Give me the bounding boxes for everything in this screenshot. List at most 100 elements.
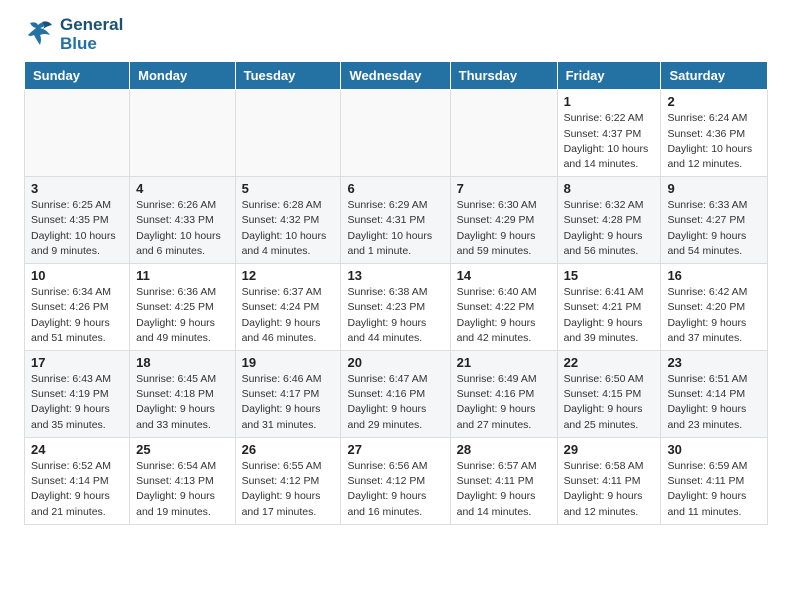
day-info: Sunrise: 6:51 AM Sunset: 4:14 PM Dayligh… — [667, 372, 761, 433]
calendar-cell: 20Sunrise: 6:47 AM Sunset: 4:16 PM Dayli… — [341, 351, 450, 438]
day-number: 2 — [667, 94, 761, 109]
day-number: 16 — [667, 268, 761, 283]
calendar-week-1: 1 Sunrise: 6:22 AM Sunset: 4:37 PM Daylig… — [25, 90, 768, 177]
day-info: Sunrise: 6:34 AM Sunset: 4:26 PM Dayligh… — [31, 285, 123, 346]
day-number: 18 — [136, 355, 228, 370]
calendar-cell: 21 Sunrise: 6:49 AM Sunset: 4:16 PM Dayli… — [450, 351, 557, 438]
weekday-header-saturday: Saturday — [661, 62, 768, 90]
calendar-cell: 12 Sunrise: 6:37 AM Sunset: 4:24 PM Dayli… — [235, 264, 341, 351]
day-number: 7 — [457, 181, 551, 196]
calendar-cell: 15 Sunrise: 6:41 AM Sunset: 4:21 PM Dayli… — [557, 264, 661, 351]
calendar-cell — [450, 90, 557, 177]
day-number: 9 — [667, 181, 761, 196]
day-number: 13 — [347, 268, 443, 283]
day-number: 26 — [242, 442, 335, 457]
day-info: Sunrise: 6:56 AM Sunset: 4:12 PM Dayligh… — [347, 459, 443, 520]
day-info: Sunrise: 6:41 AM Sunset: 4:21 PM Dayligh… — [564, 285, 655, 346]
day-number: 29 — [564, 442, 655, 457]
day-info: Sunrise: 6:57 AM Sunset: 4:11 PM Dayligh… — [457, 459, 551, 520]
day-info: Sunrise: 6:28 AM Sunset: 4:32 PM Dayligh… — [242, 198, 335, 259]
calendar-cell — [25, 90, 130, 177]
day-info: Sunrise: 6:47 AM Sunset: 4:16 PM Dayligh… — [347, 372, 443, 433]
day-number: 8 — [564, 181, 655, 196]
calendar-cell: 28 Sunrise: 6:57 AM Sunset: 4:11 PM Dayli… — [450, 437, 557, 524]
weekday-header-monday: Monday — [130, 62, 235, 90]
calendar-cell: 29 Sunrise: 6:58 AM Sunset: 4:11 PM Dayli… — [557, 437, 661, 524]
day-info: Sunrise: 6:40 AM Sunset: 4:22 PM Dayligh… — [457, 285, 551, 346]
day-number: 6 — [347, 181, 443, 196]
calendar-cell: 24 Sunrise: 6:52 AM Sunset: 4:14 PM Dayli… — [25, 437, 130, 524]
day-number: 21 — [457, 355, 551, 370]
calendar-week-3: 10 Sunrise: 6:34 AM Sunset: 4:26 PM Dayli… — [25, 264, 768, 351]
day-info: Sunrise: 6:45 AM Sunset: 4:18 PM Dayligh… — [136, 372, 228, 433]
calendar-cell — [130, 90, 235, 177]
logo: General Blue — [20, 16, 123, 53]
weekday-header-thursday: Thursday — [450, 62, 557, 90]
calendar-cell — [235, 90, 341, 177]
day-info: Sunrise: 6:38 AM Sunset: 4:23 PM Dayligh… — [347, 285, 443, 346]
day-info: Sunrise: 6:42 AM Sunset: 4:20 PM Dayligh… — [667, 285, 761, 346]
calendar-cell — [341, 90, 450, 177]
day-number: 1 — [564, 94, 655, 109]
day-info: Sunrise: 6:37 AM Sunset: 4:24 PM Dayligh… — [242, 285, 335, 346]
day-info: Sunrise: 6:32 AM Sunset: 4:28 PM Dayligh… — [564, 198, 655, 259]
day-info: Sunrise: 6:22 AM Sunset: 4:37 PM Dayligh… — [564, 111, 655, 172]
day-info: Sunrise: 6:43 AM Sunset: 4:19 PM Dayligh… — [31, 372, 123, 433]
calendar-cell: 10 Sunrise: 6:34 AM Sunset: 4:26 PM Dayli… — [25, 264, 130, 351]
logo-icon — [20, 17, 56, 53]
day-info: Sunrise: 6:25 AM Sunset: 4:35 PM Dayligh… — [31, 198, 123, 259]
calendar-cell: 6 Sunrise: 6:29 AM Sunset: 4:31 PM Daylig… — [341, 177, 450, 264]
day-number: 17 — [31, 355, 123, 370]
day-number: 24 — [31, 442, 123, 457]
calendar-cell: 13 Sunrise: 6:38 AM Sunset: 4:23 PM Dayli… — [341, 264, 450, 351]
header: General Blue — [0, 0, 792, 61]
day-number: 12 — [242, 268, 335, 283]
calendar-cell: 17 Sunrise: 6:43 AM Sunset: 4:19 PM Dayli… — [25, 351, 130, 438]
weekday-header-sunday: Sunday — [25, 62, 130, 90]
calendar-cell: 5 Sunrise: 6:28 AM Sunset: 4:32 PM Daylig… — [235, 177, 341, 264]
day-number: 22 — [564, 355, 655, 370]
day-number: 15 — [564, 268, 655, 283]
calendar-cell: 26 Sunrise: 6:55 AM Sunset: 4:12 PM Dayli… — [235, 437, 341, 524]
day-info: Sunrise: 6:52 AM Sunset: 4:14 PM Dayligh… — [31, 459, 123, 520]
day-info: Sunrise: 6:59 AM Sunset: 4:11 PM Dayligh… — [667, 459, 761, 520]
day-number: 10 — [31, 268, 123, 283]
calendar-cell: 30 Sunrise: 6:59 AM Sunset: 4:11 PM Dayli… — [661, 437, 768, 524]
weekday-header-tuesday: Tuesday — [235, 62, 341, 90]
day-number: 14 — [457, 268, 551, 283]
calendar-week-4: 17 Sunrise: 6:43 AM Sunset: 4:19 PM Dayli… — [25, 351, 768, 438]
day-info: Sunrise: 6:26 AM Sunset: 4:33 PM Dayligh… — [136, 198, 228, 259]
calendar-table: SundayMondayTuesdayWednesdayThursdayFrid… — [24, 61, 768, 524]
calendar-cell: 18 Sunrise: 6:45 AM Sunset: 4:18 PM Dayli… — [130, 351, 235, 438]
day-number: 5 — [242, 181, 335, 196]
calendar-cell: 9 Sunrise: 6:33 AM Sunset: 4:27 PM Daylig… — [661, 177, 768, 264]
weekday-header-row: SundayMondayTuesdayWednesdayThursdayFrid… — [25, 62, 768, 90]
day-info: Sunrise: 6:29 AM Sunset: 4:31 PM Dayligh… — [347, 198, 443, 259]
calendar-cell: 25Sunrise: 6:54 AM Sunset: 4:13 PM Dayli… — [130, 437, 235, 524]
day-number: 11 — [136, 268, 228, 283]
day-info: Sunrise: 6:49 AM Sunset: 4:16 PM Dayligh… — [457, 372, 551, 433]
calendar-cell: 8 Sunrise: 6:32 AM Sunset: 4:28 PM Daylig… — [557, 177, 661, 264]
day-info: Sunrise: 6:24 AM Sunset: 4:36 PM Dayligh… — [667, 111, 761, 172]
day-number: 19 — [242, 355, 335, 370]
calendar-cell: 16 Sunrise: 6:42 AM Sunset: 4:20 PM Dayli… — [661, 264, 768, 351]
calendar-cell: 19Sunrise: 6:46 AM Sunset: 4:17 PM Dayli… — [235, 351, 341, 438]
day-info: Sunrise: 6:58 AM Sunset: 4:11 PM Dayligh… — [564, 459, 655, 520]
day-info: Sunrise: 6:30 AM Sunset: 4:29 PM Dayligh… — [457, 198, 551, 259]
logo-text: General Blue — [60, 16, 123, 53]
weekday-header-friday: Friday — [557, 62, 661, 90]
day-info: Sunrise: 6:55 AM Sunset: 4:12 PM Dayligh… — [242, 459, 335, 520]
day-info: Sunrise: 6:33 AM Sunset: 4:27 PM Dayligh… — [667, 198, 761, 259]
calendar-cell: 2 Sunrise: 6:24 AM Sunset: 4:36 PM Daylig… — [661, 90, 768, 177]
day-info: Sunrise: 6:50 AM Sunset: 4:15 PM Dayligh… — [564, 372, 655, 433]
calendar-cell: 23Sunrise: 6:51 AM Sunset: 4:14 PM Dayli… — [661, 351, 768, 438]
calendar-cell: 1 Sunrise: 6:22 AM Sunset: 4:37 PM Daylig… — [557, 90, 661, 177]
day-number: 28 — [457, 442, 551, 457]
calendar-cell: 4Sunrise: 6:26 AM Sunset: 4:33 PM Daylig… — [130, 177, 235, 264]
weekday-header-wednesday: Wednesday — [341, 62, 450, 90]
calendar-cell: 22 Sunrise: 6:50 AM Sunset: 4:15 PM Dayli… — [557, 351, 661, 438]
day-number: 27 — [347, 442, 443, 457]
day-number: 30 — [667, 442, 761, 457]
calendar-week-2: 3Sunrise: 6:25 AM Sunset: 4:35 PM Daylig… — [25, 177, 768, 264]
day-info: Sunrise: 6:54 AM Sunset: 4:13 PM Dayligh… — [136, 459, 228, 520]
